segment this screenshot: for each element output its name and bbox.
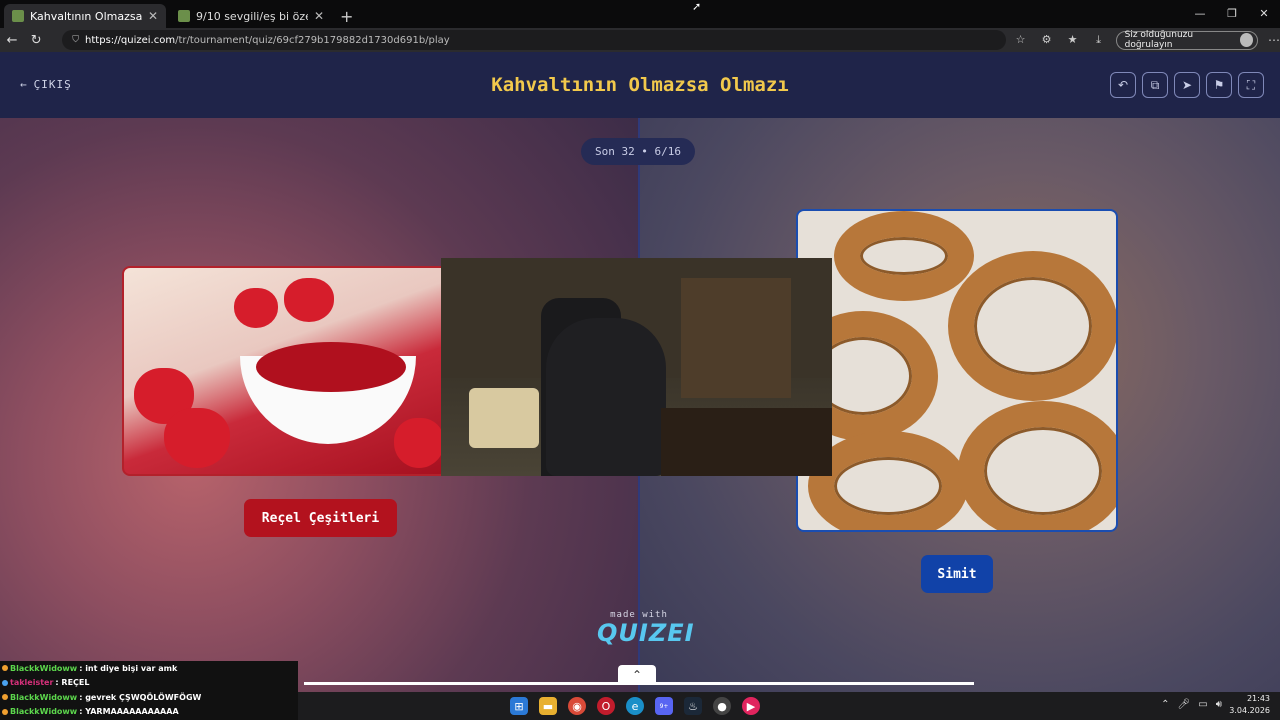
minimize-icon[interactable]: — xyxy=(1184,0,1216,28)
taskbar: ⊞ ▬ ◉ O e 9+ ♨ ● ▶ ⌃ 🎤︎ ▭ 🔊︎ 21:43 3.04.… xyxy=(298,692,1280,720)
quizei-logo: QUIZEI xyxy=(597,619,695,647)
window-controls: — ❐ ✕ xyxy=(1184,0,1280,28)
chat-user: takleister xyxy=(10,678,54,688)
restore-icon[interactable]: ❐ xyxy=(1216,0,1248,28)
flag-button[interactable]: ⚑ xyxy=(1206,72,1232,98)
address-field[interactable]: ⛉ https://quizei.com /tr/tournament/quiz… xyxy=(62,30,1006,50)
opera-icon[interactable]: O xyxy=(597,697,615,715)
badge-icon xyxy=(2,665,8,672)
time: 21:43 xyxy=(1246,694,1270,703)
flag-icon: ⚑ xyxy=(1213,78,1225,92)
chat-message: BlackkWidoww : YARMAAAAAAAAAAA xyxy=(2,705,298,720)
share-button[interactable]: ⧉ xyxy=(1142,72,1168,98)
badge-icon xyxy=(2,679,8,686)
favicon-icon xyxy=(178,10,190,22)
url-host: https://quizei.com xyxy=(85,34,176,46)
date: 3.04.2026 xyxy=(1229,706,1270,715)
chat-text: : gevrek ÇŞWQÖLÖWFÖGW xyxy=(79,692,202,702)
undo-icon: ↶ xyxy=(1117,78,1129,92)
share-icon: ⧉ xyxy=(1150,77,1160,92)
option-right-button[interactable]: Simit xyxy=(921,555,993,593)
back-icon[interactable]: ← xyxy=(0,33,24,48)
chrome-icon[interactable]: ◉ xyxy=(568,697,586,715)
chat-text: : int diye bişi var amk xyxy=(79,663,178,673)
badge-icon xyxy=(2,694,8,701)
chat-message: takleister : REÇEL xyxy=(2,676,298,691)
favicon-icon xyxy=(12,10,24,22)
chat-user: BlackkWidoww xyxy=(10,707,78,717)
chevron-up-tray-icon[interactable]: ⌃ xyxy=(1161,699,1169,710)
tab-title: 9/10 sevgili/eş bi özellik AMA - Tie xyxy=(196,9,308,23)
extensions-icon[interactable]: ⚙ xyxy=(1036,33,1058,47)
webcam-overlay xyxy=(441,258,832,476)
reload-icon[interactable]: ↻ xyxy=(24,33,48,48)
fullscreen-button[interactable]: ⛶ xyxy=(1238,72,1264,98)
chat-user: BlackkWidoww xyxy=(10,663,78,673)
tab-inactive[interactable]: 9/10 sevgili/eş bi özellik AMA - Tie ✕ xyxy=(170,4,332,28)
display-icon[interactable]: ▭ xyxy=(1198,699,1207,710)
round-indicator: Son 32 • 6/16 xyxy=(581,138,695,165)
close-window-icon[interactable]: ✕ xyxy=(1248,0,1280,28)
address-toolbar: ← ↻ ⛉ https://quizei.com /tr/tournament/… xyxy=(0,28,1280,52)
close-tab-icon[interactable]: ✕ xyxy=(148,9,158,23)
chat-user: BlackkWidoww xyxy=(10,692,78,702)
quiz-page: ← ÇIKIŞ Kahvaltının Olmazsa Olmazı ↶ ⧉ ➤… xyxy=(0,52,1280,692)
mouse-cursor-icon: ➚ xyxy=(692,0,702,13)
profile-avatar-icon xyxy=(1240,33,1253,47)
media-player-icon[interactable]: ▶ xyxy=(742,697,760,715)
send-button[interactable]: ➤ xyxy=(1174,72,1200,98)
discord-badge: 9+ xyxy=(659,702,669,710)
site-info-icon[interactable]: ⛉ xyxy=(72,35,79,45)
chat-text: : REÇEL xyxy=(55,678,90,688)
badge-icon xyxy=(2,708,8,715)
undo-button[interactable]: ↶ xyxy=(1110,72,1136,98)
quiz-title: Kahvaltının Olmazsa Olmazı xyxy=(491,74,789,96)
tab-title: Kahvaltının Olmazsa Olmazı - Tier xyxy=(30,9,142,23)
fullscreen-icon: ⛶ xyxy=(1246,77,1256,92)
browser-tab-bar: Kahvaltının Olmazsa Olmazı - Tier ✕ 9/10… xyxy=(0,0,1280,28)
tab-active[interactable]: Kahvaltının Olmazsa Olmazı - Tier ✕ xyxy=(4,4,166,28)
windows-start-icon[interactable]: ⊞ xyxy=(510,697,528,715)
chat-text: : YARMAAAAAAAAAAA xyxy=(79,707,179,717)
option-image-right[interactable] xyxy=(796,209,1118,532)
favorite-star-icon[interactable]: ☆ xyxy=(1010,33,1032,47)
downloads-icon[interactable]: ⤓ xyxy=(1088,33,1110,47)
steam-icon[interactable]: ♨ xyxy=(684,697,702,715)
progress-bar xyxy=(304,682,974,685)
new-tab-icon[interactable]: + xyxy=(340,4,353,28)
option-left-button[interactable]: Reçel Çeşitleri xyxy=(244,499,397,537)
stream-chat: BlackkWidoww : int diye bişi var amk tak… xyxy=(0,661,298,720)
chat-message: BlackkWidoww : gevrek ÇŞWQÖLÖWFÖGW xyxy=(2,690,298,705)
send-icon: ➤ xyxy=(1181,78,1193,92)
microphone-icon[interactable]: 🎤︎ xyxy=(1178,699,1191,710)
favorites-icon[interactable]: ★ xyxy=(1062,33,1084,47)
more-menu-icon[interactable]: ⋯ xyxy=(1268,33,1280,47)
option-image-left[interactable] xyxy=(122,266,452,476)
taskbar-clock[interactable]: 21:43 3.04.2026 xyxy=(1229,693,1270,717)
chat-message: BlackkWidoww : int diye bişi var amk xyxy=(2,661,298,676)
obs-icon[interactable]: ● xyxy=(713,697,731,715)
volume-icon[interactable]: 🔊︎ xyxy=(1216,699,1222,710)
verify-identity-button[interactable]: Siz olduğunuzu doğrulayın xyxy=(1115,30,1258,50)
quiz-header: ← ÇIKIŞ Kahvaltının Olmazsa Olmazı ↶ ⧉ ➤… xyxy=(0,52,1280,118)
verify-label: Siz olduğunuzu doğrulayın xyxy=(1124,30,1194,50)
file-explorer-icon[interactable]: ▬ xyxy=(539,697,557,715)
discord-icon[interactable]: 9+ xyxy=(655,697,673,715)
url-path: /tr/tournament/quiz/69cf279b179882d1730d… xyxy=(175,34,450,46)
edge-icon[interactable]: e xyxy=(626,697,644,715)
close-tab-icon[interactable]: ✕ xyxy=(314,9,324,23)
made-with-quizei[interactable]: made with QUIZEI xyxy=(597,610,695,647)
